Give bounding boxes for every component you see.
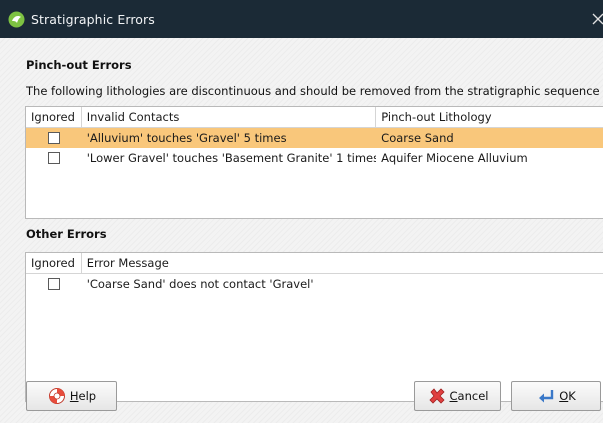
close-icon[interactable] [591,11,603,27]
pinchout-errors-table[interactable]: Ignored Invalid Contacts Pinch-out Litho… [25,106,603,219]
pinchout-lithology-cell: Aquifer Miocene Alluvium [381,151,528,165]
ok-label: OK [559,389,576,403]
ignored-checkbox[interactable] [47,152,60,164]
pinchout-lithology-cell: Coarse Sand [381,131,454,145]
ok-button[interactable]: OK [511,381,601,411]
invalid-contact-cell: 'Alluvium' touches 'Gravel' 5 times [86,131,287,145]
enter-arrow-icon [536,386,556,406]
ignored-checkbox[interactable] [47,132,60,144]
table-row[interactable]: 'Coarse Sand' does not contact 'Gravel' [26,274,603,294]
window-title: Stratigraphic Errors [31,11,155,27]
dialog-body: Pinch-out Errors The following lithologi… [0,38,603,423]
pinchout-errors-heading: Pinch-out Errors [26,58,132,72]
other-errors-table[interactable]: Ignored Error Message 'Coarse Sand' does… [25,252,603,402]
other-errors-heading: Other Errors [26,227,107,241]
error-message-cell: 'Coarse Sand' does not contact 'Gravel' [86,277,314,291]
column-header-ignored[interactable]: Ignored [26,253,82,273]
column-header-pinchout-lithology[interactable]: Pinch-out Lithology [376,107,603,127]
title-bar: Stratigraphic Errors [0,0,603,38]
table-header: Ignored Invalid Contacts Pinch-out Litho… [26,107,603,128]
ignored-checkbox[interactable] [47,278,60,290]
cancel-x-icon [427,386,447,406]
table-row[interactable]: 'Lower Gravel' touches 'Basement Granite… [26,148,603,168]
lifebuoy-icon [47,386,67,406]
help-label: Help [69,389,97,403]
table-header: Ignored Error Message [26,253,603,274]
leapfrog-app-icon [8,11,25,28]
help-button[interactable]: Help [26,381,117,411]
cancel-button[interactable]: Cancel [414,381,501,411]
invalid-contact-cell: 'Lower Gravel' touches 'Basement Granite… [86,151,377,165]
column-header-error-message[interactable]: Error Message [82,253,603,273]
cancel-label: Cancel [449,389,489,403]
column-header-invalid-contacts[interactable]: Invalid Contacts [82,107,377,127]
pinchout-description: The following lithologies are discontinu… [26,84,600,98]
table-row[interactable]: 'Alluvium' touches 'Gravel' 5 times Coar… [26,128,603,148]
column-header-ignored[interactable]: Ignored [26,107,82,127]
